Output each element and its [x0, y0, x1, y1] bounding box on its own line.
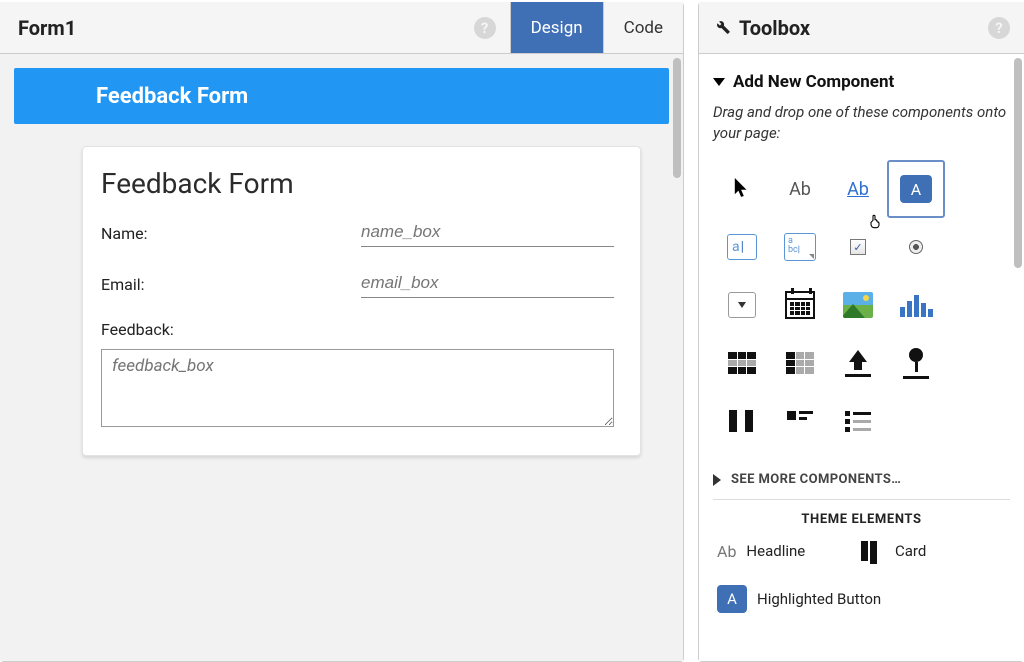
button-icon: A	[900, 175, 932, 203]
hand-cursor-icon	[867, 212, 883, 234]
toolbox-header: Toolbox ?	[699, 2, 1024, 54]
email-label[interactable]: Email:	[101, 275, 361, 298]
component-chart[interactable]	[887, 276, 945, 334]
wrench-icon	[713, 17, 731, 39]
dropdown-icon	[728, 292, 756, 318]
component-radio[interactable]	[887, 218, 945, 276]
headline-icon: Ab	[717, 542, 736, 561]
toolbox-scrollbar[interactable]	[1014, 58, 1022, 268]
component-datepicker[interactable]	[771, 276, 829, 334]
component-checkbox[interactable]: ✓	[829, 218, 887, 276]
email-input[interactable]	[361, 269, 614, 298]
component-upload[interactable]	[829, 334, 887, 392]
card-title[interactable]: Feedback Form	[101, 167, 614, 200]
header-right: ? Design Code	[474, 2, 683, 53]
component-xy-panel[interactable]	[829, 392, 887, 450]
theme-row-1: Ab Headline Card	[713, 541, 1010, 561]
component-link[interactable]: Ab	[829, 160, 887, 218]
see-more-label: SEE MORE COMPONENTS…	[731, 472, 901, 487]
cursor-icon	[733, 176, 751, 202]
toolbox-panel: Toolbox ? Add New Component Drag and dro…	[698, 2, 1024, 662]
toolbox-body: Add New Component Drag and drop one of t…	[699, 54, 1024, 661]
theme-headline[interactable]: Ab Headline	[717, 542, 847, 561]
highlighted-button-label: Highlighted Button	[757, 590, 881, 608]
tab-code[interactable]: Code	[603, 2, 683, 53]
email-row: Email:	[101, 269, 614, 298]
name-input[interactable]	[361, 218, 614, 247]
collapse-icon	[713, 78, 725, 86]
xy-panel-icon	[845, 411, 871, 432]
component-button[interactable]: A	[887, 160, 945, 218]
theme-elements-title: THEME ELEMENTS	[713, 512, 1010, 527]
component-label[interactable]: Ab	[771, 160, 829, 218]
component-column-panel[interactable]	[713, 392, 771, 450]
component-repeating-panel[interactable]	[771, 334, 829, 392]
calendar-icon	[785, 291, 815, 319]
component-dropdown[interactable]	[713, 276, 771, 334]
textbox-icon: a|	[727, 234, 757, 260]
designer-panel: Form1 ? Design Code Feedback Form Feedba…	[0, 2, 684, 662]
form-title: Form1	[18, 16, 76, 40]
textarea-icon: abc|	[784, 233, 816, 261]
add-component-title: Add New Component	[733, 72, 894, 92]
checkbox-icon: ✓	[850, 239, 866, 255]
upload-icon	[845, 350, 871, 377]
card-icon	[861, 541, 885, 561]
component-grid: Ab Ab A a| abc| ✓	[713, 160, 1010, 450]
help-icon[interactable]: ?	[474, 17, 496, 39]
form-title-bar[interactable]: Feedback Form	[14, 68, 669, 124]
view-tabs: Design Code	[510, 2, 683, 53]
component-datagrid[interactable]	[713, 334, 771, 392]
feedback-label[interactable]: Feedback:	[101, 320, 614, 339]
component-flow-panel[interactable]	[771, 392, 829, 450]
expand-icon	[713, 474, 721, 486]
design-canvas[interactable]: Feedback Form Feedback Form Name: Email:…	[0, 54, 683, 661]
form-title-bar-text: Feedback Form	[96, 84, 248, 109]
theme-highlighted-button[interactable]: A Highlighted Button	[717, 585, 881, 613]
canvas-scrollbar[interactable]	[673, 58, 681, 178]
datagrid-icon	[728, 352, 756, 374]
column-panel-icon	[729, 410, 755, 432]
chart-icon	[900, 293, 933, 317]
add-component-header[interactable]: Add New Component	[713, 72, 1010, 92]
tab-design[interactable]: Design	[510, 2, 603, 53]
component-textarea[interactable]: abc|	[771, 218, 829, 276]
see-more-row[interactable]: SEE MORE COMPONENTS…	[713, 464, 1010, 500]
headline-label: Headline	[746, 542, 805, 560]
flow-panel-icon	[787, 411, 813, 431]
label-icon: Ab	[789, 179, 811, 200]
component-empty	[887, 392, 945, 450]
name-row: Name:	[101, 218, 614, 247]
card-label: Card	[895, 542, 926, 560]
component-cursor[interactable]	[713, 160, 771, 218]
designer-header: Form1 ? Design Code	[0, 2, 683, 54]
form-card[interactable]: Feedback Form Name: Email: Feedback:	[82, 146, 641, 456]
link-icon: Ab	[847, 179, 869, 200]
component-download[interactable]	[887, 334, 945, 392]
radio-icon	[909, 240, 923, 254]
theme-card[interactable]: Card	[861, 541, 991, 561]
highlighted-button-icon: A	[717, 585, 747, 613]
theme-row-2: A Highlighted Button	[713, 585, 1010, 613]
image-icon	[843, 292, 873, 318]
toolbox-title: Toolbox	[739, 16, 980, 40]
repeating-panel-icon	[786, 352, 814, 374]
feedback-textarea[interactable]	[101, 349, 614, 427]
add-component-hint: Drag and drop one of these components on…	[713, 102, 1010, 144]
help-icon[interactable]: ?	[988, 17, 1010, 39]
download-icon	[903, 348, 929, 379]
name-label[interactable]: Name:	[101, 224, 361, 247]
component-textbox[interactable]: a|	[713, 218, 771, 276]
component-image[interactable]	[829, 276, 887, 334]
